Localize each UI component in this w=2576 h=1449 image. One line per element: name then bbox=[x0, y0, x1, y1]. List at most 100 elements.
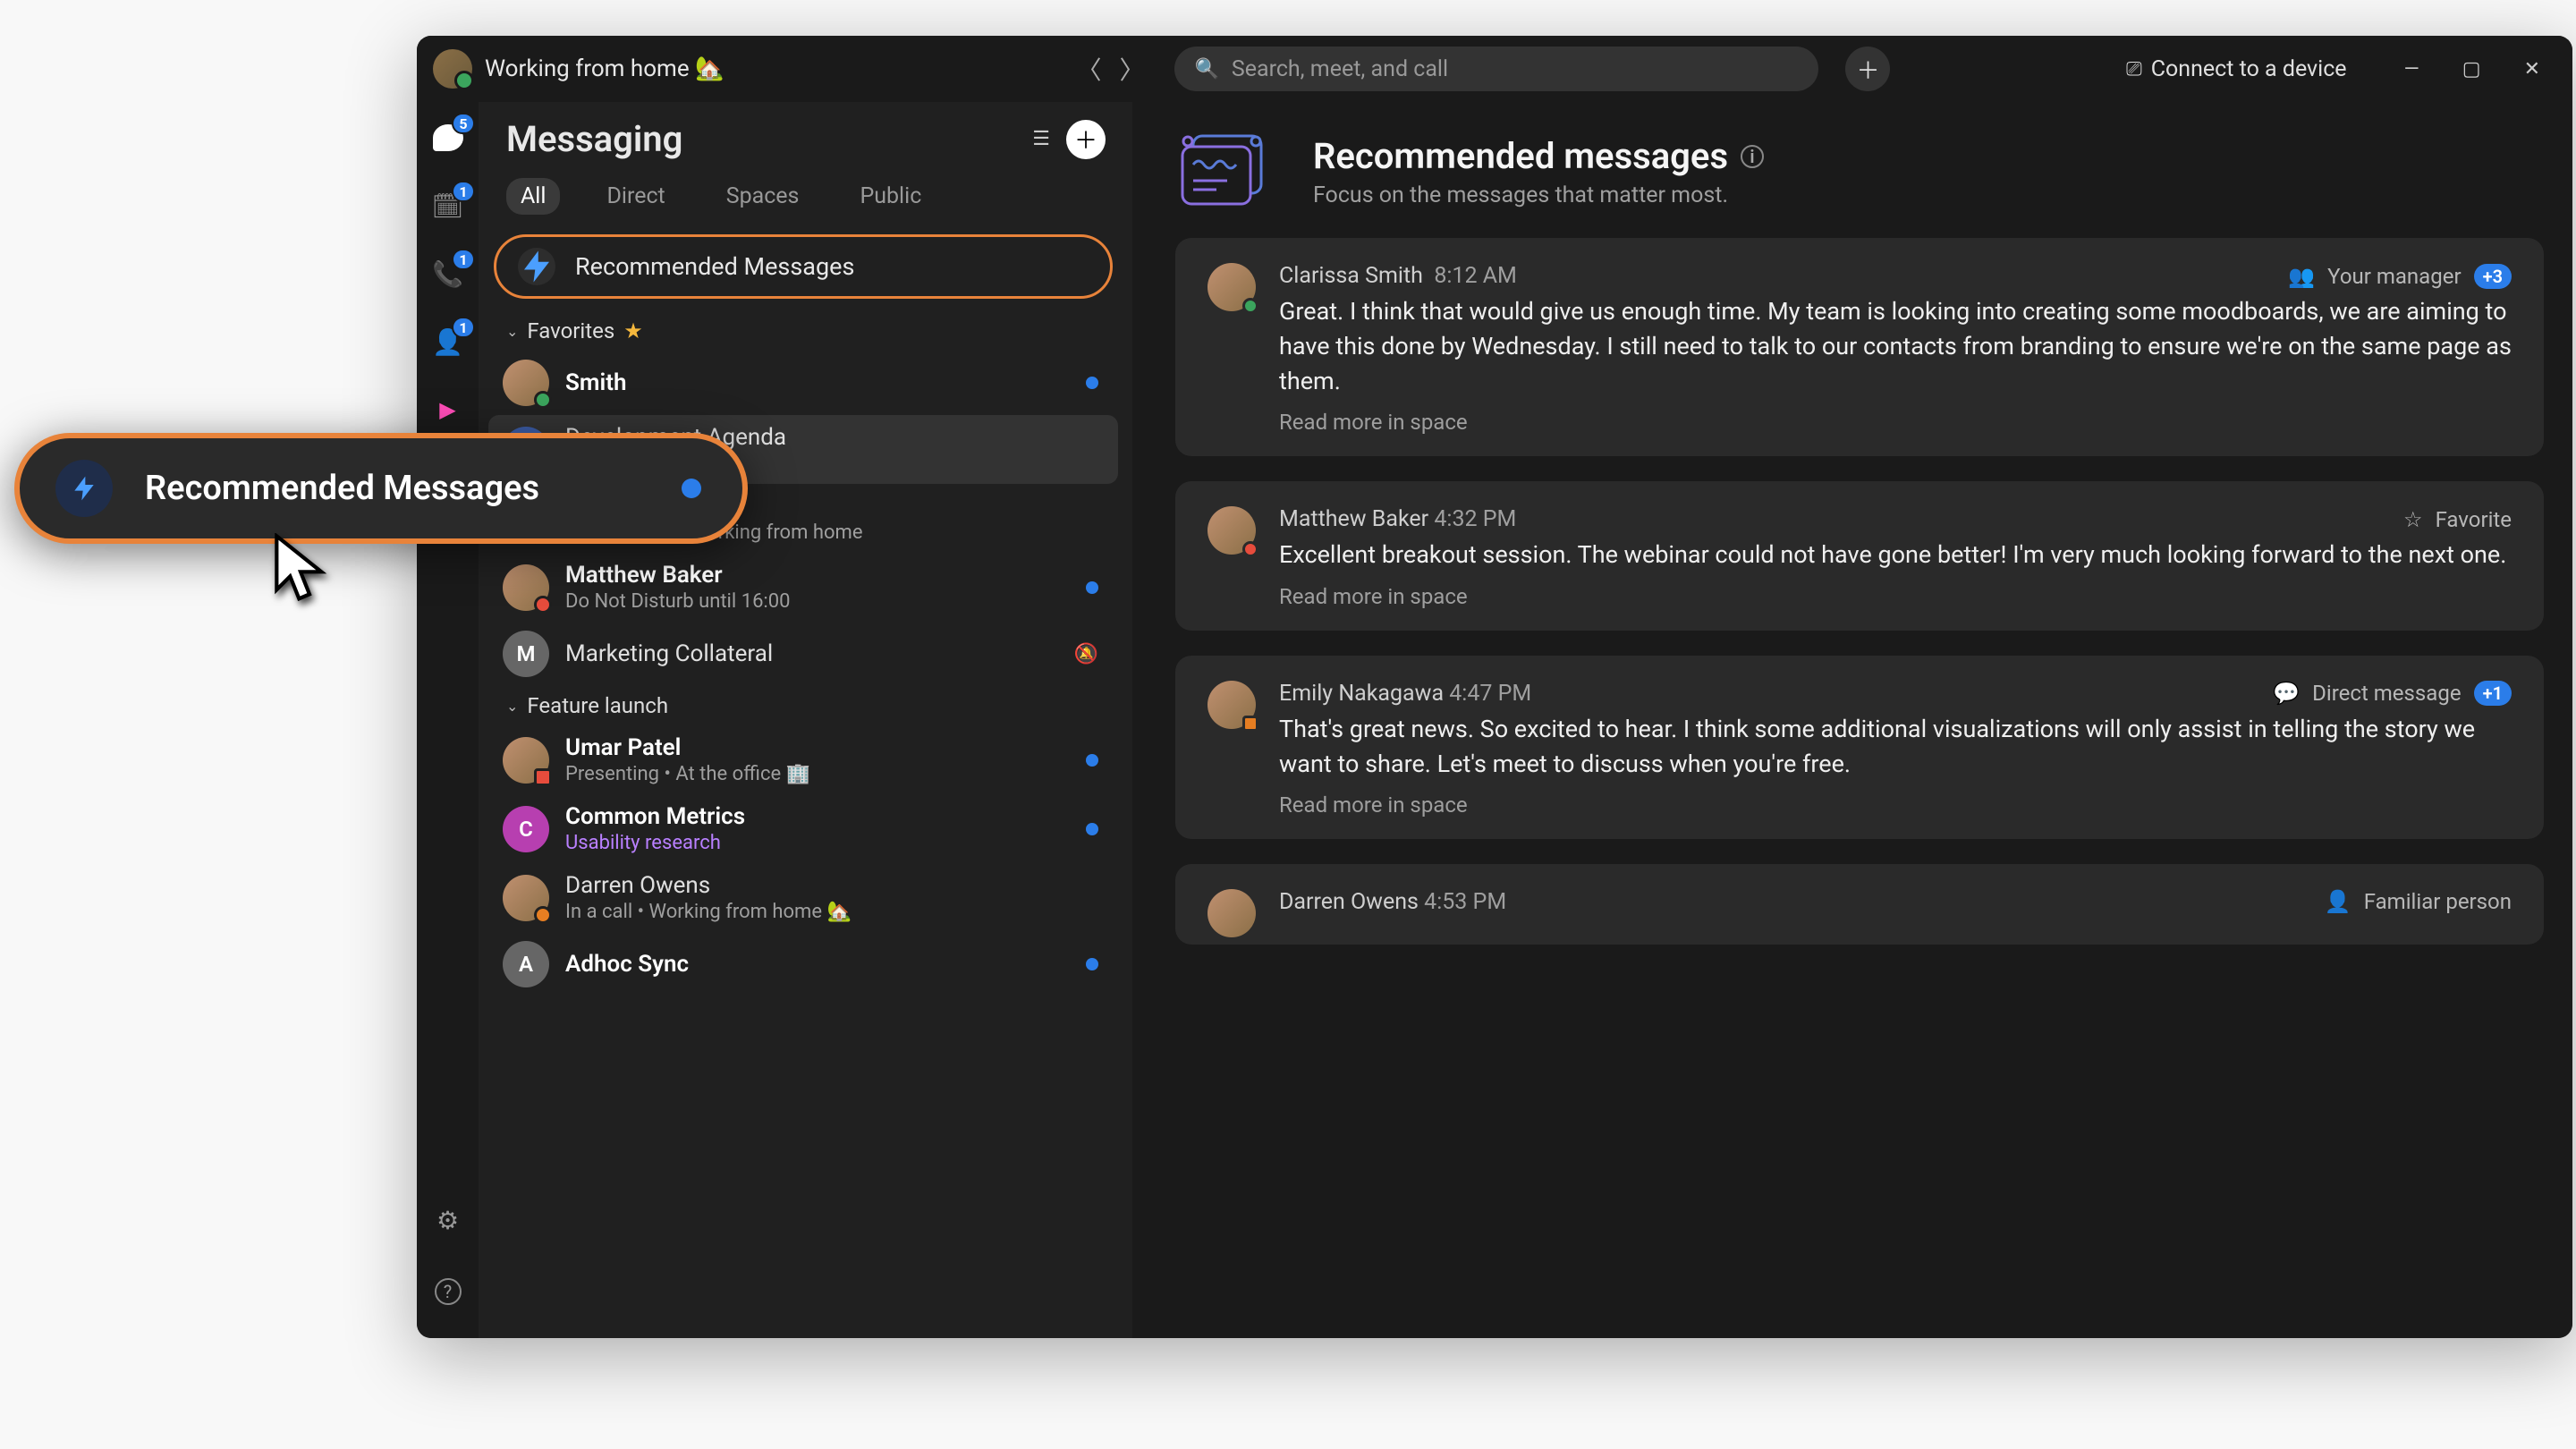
list-item[interactable]: M Marketing Collateral 🔕 bbox=[479, 622, 1127, 686]
calendar-badge: 1 bbox=[452, 181, 474, 202]
close-icon[interactable]: ✕ bbox=[2524, 58, 2540, 80]
rail-webinar[interactable]: ▶ bbox=[428, 390, 468, 429]
avatar: A bbox=[503, 941, 549, 987]
new-button[interactable]: ＋ bbox=[1845, 47, 1890, 91]
presence-busy-icon bbox=[1242, 716, 1258, 732]
nav-forward-icon[interactable]: 〉 bbox=[1119, 51, 1144, 87]
info-icon[interactable]: i bbox=[1741, 145, 1764, 168]
chevron-down-icon: ⌄ bbox=[506, 323, 518, 340]
list-item[interactable]: Darren Owens In a call • Working from ho… bbox=[479, 863, 1127, 932]
rail-calendar[interactable]: 🗓 1 bbox=[428, 186, 468, 225]
recommended-messages-callout[interactable]: Recommended Messages bbox=[14, 433, 748, 544]
message-card[interactable]: Clarissa Smith 8:12 AM 👥 Your manager +3… bbox=[1175, 238, 2544, 456]
item-subtitle: Do Not Disturb until 16:00 bbox=[565, 590, 1070, 613]
contacts-badge: 1 bbox=[452, 317, 474, 338]
card-message: That's great news. So excited to hear. I… bbox=[1279, 712, 2512, 782]
main-header: Recommended messages i Focus on the mess… bbox=[1132, 102, 2572, 233]
item-title: Common Metrics bbox=[565, 803, 1070, 830]
direct-message-icon: 💬 bbox=[2273, 681, 2300, 706]
message-card[interactable]: Darren Owens 4:53 PM 👤 Familiar person bbox=[1175, 864, 2544, 945]
recommended-messages-button[interactable]: Recommended Messages bbox=[494, 234, 1113, 299]
list-item[interactable]: Umar Patel Presenting • At the office 🏢 bbox=[479, 725, 1127, 794]
rail-settings[interactable]: ⚙ bbox=[428, 1200, 468, 1240]
connect-device-label: Connect to a device bbox=[2151, 56, 2347, 82]
list-item[interactable]: Smith bbox=[479, 351, 1127, 415]
item-title: Umar Patel bbox=[565, 734, 1070, 761]
main-subtitle: Focus on the messages that matter most. bbox=[1313, 182, 1764, 208]
tab-all[interactable]: All bbox=[506, 178, 560, 215]
window-controls: — ▢ ✕ bbox=[2404, 58, 2540, 80]
favorites-label: Favorites bbox=[527, 318, 614, 343]
presence-available-icon bbox=[534, 391, 552, 409]
card-time: 4:47 PM bbox=[1449, 681, 1531, 707]
avatar bbox=[1208, 506, 1256, 555]
search-icon: 🔍 bbox=[1194, 58, 1218, 80]
unread-dot-icon bbox=[1086, 377, 1098, 389]
tab-spaces[interactable]: Spaces bbox=[712, 178, 814, 215]
gear-icon: ⚙ bbox=[436, 1206, 459, 1235]
maximize-icon[interactable]: ▢ bbox=[2462, 58, 2481, 80]
item-title: Smith bbox=[565, 369, 1070, 396]
item-title: Matthew Baker bbox=[565, 562, 1070, 589]
connect-device-button[interactable]: ⎚ Connect to a device bbox=[2126, 56, 2346, 82]
list-item[interactable]: A Adhoc Sync bbox=[479, 932, 1127, 996]
rail-help[interactable]: ? bbox=[428, 1272, 468, 1311]
lightning-icon bbox=[518, 248, 555, 285]
callout-label: Recommended Messages bbox=[145, 469, 649, 508]
card-sender: Emily Nakagawa bbox=[1279, 681, 1444, 707]
presence-presenting-icon bbox=[534, 768, 552, 786]
avatar bbox=[503, 360, 549, 406]
list-item[interactable]: C Common Metrics Usability research bbox=[479, 794, 1127, 863]
avatar bbox=[503, 564, 549, 611]
rail-calls[interactable]: 📞 1 bbox=[428, 254, 468, 293]
avatar bbox=[1208, 263, 1256, 311]
section-feature-launch[interactable]: ⌄ Feature launch bbox=[479, 686, 1127, 725]
item-subtitle: Usability research bbox=[565, 832, 721, 854]
device-icon: ⎚ bbox=[2126, 58, 2142, 80]
user-avatar[interactable] bbox=[433, 49, 472, 89]
cursor-icon bbox=[268, 533, 333, 608]
help-icon: ? bbox=[435, 1278, 462, 1305]
avatar bbox=[1208, 681, 1256, 729]
chevron-down-icon: ⌄ bbox=[506, 698, 518, 715]
section-favorites[interactable]: ⌄ Favorites ★ bbox=[479, 311, 1127, 351]
recommended-messages-label: Recommended Messages bbox=[575, 252, 854, 281]
minimize-icon[interactable]: — bbox=[2404, 58, 2419, 80]
title-bar: Working from home 🏡 〈 〉 🔍 Search, meet, … bbox=[417, 36, 2572, 102]
presence-call-icon bbox=[534, 906, 552, 924]
history-nav: 〈 〉 bbox=[1076, 51, 1144, 87]
card-tag: Familiar person bbox=[2364, 889, 2512, 914]
app-window: Working from home 🏡 〈 〉 🔍 Search, meet, … bbox=[417, 36, 2572, 1338]
message-card[interactable]: Matthew Baker 4:32 PM ☆ Favorite Excelle… bbox=[1175, 481, 2544, 630]
new-message-button[interactable]: ＋ bbox=[1066, 120, 1106, 159]
item-subtitle: Presenting • At the office 🏢 bbox=[565, 763, 1070, 785]
manager-icon: 👥 bbox=[2288, 264, 2315, 289]
tab-direct[interactable]: Direct bbox=[592, 178, 679, 215]
rail-contacts[interactable]: 👤 1 bbox=[428, 322, 468, 361]
card-sender: Matthew Baker bbox=[1279, 506, 1428, 532]
read-more-link[interactable]: Read more in space bbox=[1279, 792, 2512, 818]
nav-back-icon[interactable]: 〈 bbox=[1076, 51, 1101, 87]
item-subtitle: In a call • Working from home 🏡 bbox=[565, 901, 1104, 923]
message-card[interactable]: Emily Nakagawa 4:47 PM 💬 Direct message … bbox=[1175, 656, 2544, 839]
read-more-link[interactable]: Read more in space bbox=[1279, 584, 2512, 609]
filter-icon[interactable]: ☰ bbox=[1032, 128, 1050, 150]
card-time: 4:32 PM bbox=[1434, 506, 1516, 532]
item-title: Darren Owens bbox=[565, 872, 1104, 899]
feature-launch-label: Feature launch bbox=[527, 693, 668, 718]
card-tag: Your manager bbox=[2327, 264, 2461, 289]
working-status[interactable]: Working from home 🏡 bbox=[485, 55, 724, 82]
app-body: 5 🗓 1 📞 1 👤 1 ▶ ⋯ bbox=[417, 102, 2572, 1338]
list-item[interactable]: Matthew Baker Do Not Disturb until 16:00 bbox=[479, 553, 1127, 622]
search-input[interactable]: 🔍 Search, meet, and call bbox=[1174, 47, 1818, 91]
card-message: Excellent breakout session. The webinar … bbox=[1279, 538, 2512, 572]
rail-messaging[interactable]: 5 bbox=[428, 118, 468, 157]
avatar bbox=[1208, 889, 1256, 937]
tab-public[interactable]: Public bbox=[845, 178, 936, 215]
messaging-badge: 5 bbox=[452, 113, 474, 134]
familiar-person-icon: 👤 bbox=[2325, 889, 2351, 914]
read-more-link[interactable]: Read more in space bbox=[1279, 410, 2512, 435]
card-time: 8:12 AM bbox=[1434, 263, 1517, 289]
nav-rail: 5 🗓 1 📞 1 👤 1 ▶ ⋯ bbox=[417, 102, 479, 1338]
star-icon: ★ bbox=[623, 318, 643, 343]
